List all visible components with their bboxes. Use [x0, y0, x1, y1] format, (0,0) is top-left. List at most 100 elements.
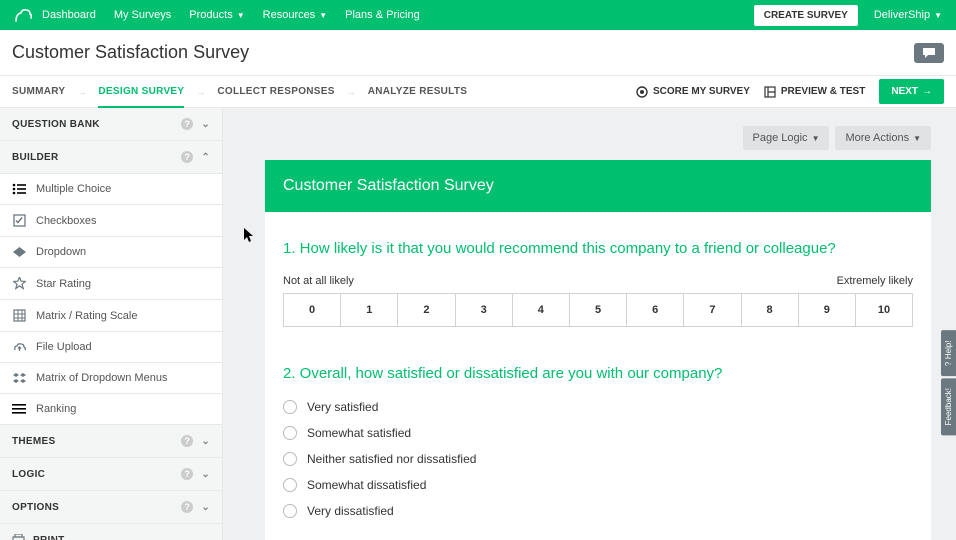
logo-icon[interactable]	[14, 8, 32, 22]
help-icon: ?	[944, 362, 953, 366]
builder-item-star-rating[interactable]: Star Rating	[0, 267, 222, 299]
step-design-survey[interactable]: DESIGN SURVEY	[98, 86, 184, 108]
create-survey-button[interactable]: CREATE SURVEY	[754, 5, 858, 26]
chevron-down-icon: ⌄	[201, 502, 210, 513]
builder-item-matrix-dropdown[interactable]: Matrix of Dropdown Menus	[0, 362, 222, 393]
step-summary[interactable]: SUMMARY	[12, 86, 65, 97]
help-icon[interactable]: ?	[181, 151, 193, 163]
comments-button[interactable]	[914, 43, 944, 63]
survey-card: Customer Satisfaction Survey 1. How like…	[265, 160, 931, 540]
sub-nav: SUMMARY → DESIGN SURVEY → COLLECT RESPON…	[0, 76, 956, 108]
step-collect-responses[interactable]: COLLECT RESPONSES	[217, 86, 334, 97]
scale-high-label: Extremely likely	[837, 275, 913, 287]
caret-down-icon: ▼	[319, 11, 327, 20]
step-analyze-results[interactable]: ANALYZE RESULTS	[368, 86, 468, 97]
builder-item-checkboxes[interactable]: Checkboxes	[0, 204, 222, 236]
scale-cell-3[interactable]: 3	[455, 294, 512, 326]
caret-down-icon: ▼	[913, 134, 921, 143]
radio-icon	[283, 452, 297, 466]
radio-option-somewhat-satisfied[interactable]: Somewhat satisfied	[283, 426, 913, 440]
ranking-icon	[12, 404, 26, 415]
preview-icon	[764, 86, 776, 98]
scale-cell-8[interactable]: 8	[741, 294, 798, 326]
radio-icon	[283, 478, 297, 492]
target-icon	[636, 86, 648, 98]
arrow-right-icon: →	[347, 87, 356, 97]
scale-cell-4[interactable]: 4	[512, 294, 569, 326]
help-tab[interactable]: ?Help!	[941, 330, 956, 376]
nav-item-plans[interactable]: Plans & Pricing	[345, 9, 420, 21]
print-icon	[12, 534, 25, 540]
scale-cell-2[interactable]: 2	[397, 294, 454, 326]
arrow-right-icon: →	[77, 87, 86, 97]
builder-item-dropdown[interactable]: Dropdown	[0, 236, 222, 267]
builder-item-ranking[interactable]: Ranking	[0, 393, 222, 424]
nav-item-resources[interactable]: Resources▼	[263, 9, 328, 21]
chevron-down-icon: ⌄	[201, 469, 210, 480]
scale-cell-0[interactable]: 0	[283, 294, 340, 326]
title-bar: Customer Satisfaction Survey	[0, 30, 956, 76]
builder-item-multiple-choice[interactable]: Multiple Choice	[0, 173, 222, 204]
sidebar-section-print[interactable]: PRINT	[0, 524, 222, 540]
builder-item-matrix-rating[interactable]: Matrix / Rating Scale	[0, 299, 222, 331]
scale-cell-7[interactable]: 7	[683, 294, 740, 326]
scale-cell-1[interactable]: 1	[340, 294, 397, 326]
side-tabs: ?Help! Feedback!	[941, 330, 956, 438]
star-icon	[12, 277, 26, 290]
help-icon[interactable]: ?	[181, 501, 193, 513]
sidebar-section-options[interactable]: OPTIONS ? ⌄	[0, 491, 222, 523]
feedback-tab[interactable]: Feedback!	[941, 378, 956, 435]
radio-option-neither[interactable]: Neither satisfied nor dissatisfied	[283, 452, 913, 466]
sidebar-section-themes[interactable]: THEMES ? ⌄	[0, 425, 222, 457]
scale-cell-6[interactable]: 6	[626, 294, 683, 326]
radio-option-very-dissatisfied[interactable]: Very dissatisfied	[283, 504, 913, 518]
page-toolbar: Page Logic▼ More Actions▼	[265, 126, 931, 150]
nav-item-dashboard[interactable]: Dashboard	[42, 9, 96, 21]
radio-icon	[283, 426, 297, 440]
page-title: Customer Satisfaction Survey	[12, 42, 249, 63]
list-icon	[12, 183, 26, 195]
next-button[interactable]: NEXT →	[879, 79, 944, 104]
main-area: QUESTION BANK ? ⌄ BUILDER ? ⌃ Multiple C…	[0, 108, 956, 540]
account-menu[interactable]: DeliverShip▼	[874, 9, 942, 21]
dropdown-icon	[12, 247, 26, 257]
chevron-up-icon: ⌃	[201, 152, 210, 163]
chevron-down-icon: ⌄	[201, 119, 210, 130]
question-2[interactable]: 2. Overall, how satisfied or dissatisfie…	[283, 365, 913, 518]
help-icon[interactable]: ?	[181, 468, 193, 480]
page-logic-button[interactable]: Page Logic▼	[743, 126, 830, 150]
more-actions-button[interactable]: More Actions▼	[835, 126, 931, 150]
question-title: 1. How likely is it that you would recom…	[283, 240, 913, 257]
caret-down-icon: ▼	[934, 11, 942, 20]
scale-cell-9[interactable]: 9	[798, 294, 855, 326]
sidebar-section-logic[interactable]: LOGIC ? ⌄	[0, 458, 222, 490]
arrow-right-icon: →	[922, 86, 932, 97]
nav-item-my-surveys[interactable]: My Surveys	[114, 9, 171, 21]
scale-cell-10[interactable]: 10	[855, 294, 912, 326]
nav-links: Dashboard My Surveys Products▼ Resources…	[42, 9, 420, 21]
canvas: Page Logic▼ More Actions▼ Customer Satis…	[223, 108, 956, 540]
help-icon[interactable]: ?	[181, 435, 193, 447]
question-1[interactable]: 1. How likely is it that you would recom…	[283, 240, 913, 327]
survey-title-band[interactable]: Customer Satisfaction Survey	[265, 160, 931, 212]
question-title: 2. Overall, how satisfied or dissatisfie…	[283, 365, 913, 382]
matrix-dropdown-icon	[12, 373, 26, 384]
scale-cell-5[interactable]: 5	[569, 294, 626, 326]
radio-option-somewhat-dissatisfied[interactable]: Somewhat dissatisfied	[283, 478, 913, 492]
caret-down-icon: ▼	[812, 134, 820, 143]
nav-item-products[interactable]: Products▼	[189, 9, 244, 21]
sidebar-section-question-bank[interactable]: QUESTION BANK ? ⌄	[0, 108, 222, 140]
builder-item-file-upload[interactable]: File Upload	[0, 331, 222, 362]
sidebar: QUESTION BANK ? ⌄ BUILDER ? ⌃ Multiple C…	[0, 108, 223, 540]
builder-list: Multiple Choice Checkboxes Dropdown Star…	[0, 173, 222, 424]
radio-option-very-satisfied[interactable]: Very satisfied	[283, 400, 913, 414]
caret-down-icon: ▼	[237, 11, 245, 20]
preview-test-button[interactable]: PREVIEW & TEST	[764, 86, 865, 98]
score-my-survey-button[interactable]: SCORE MY SURVEY	[636, 86, 750, 98]
radio-list: Very satisfied Somewhat satisfied Neithe…	[283, 400, 913, 518]
radio-icon	[283, 504, 297, 518]
chevron-down-icon: ⌄	[201, 436, 210, 447]
speech-bubble-icon	[922, 47, 936, 59]
sidebar-section-builder[interactable]: BUILDER ? ⌃	[0, 141, 222, 173]
help-icon[interactable]: ?	[181, 118, 193, 130]
